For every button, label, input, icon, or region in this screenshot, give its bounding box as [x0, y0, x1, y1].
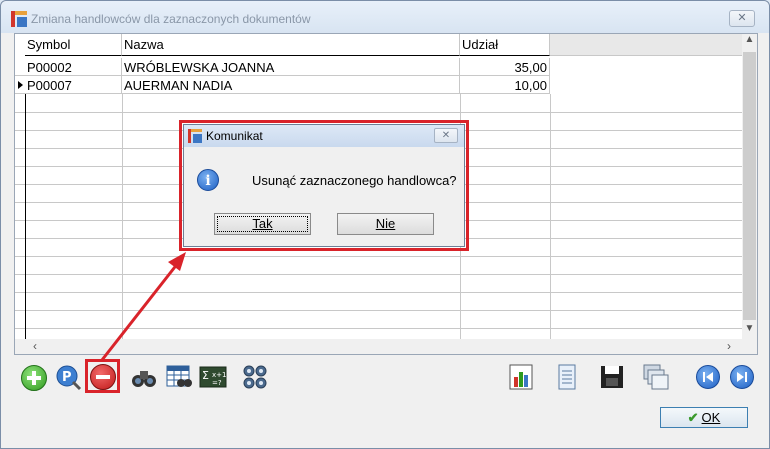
column-header-nazwa[interactable]: Nazwa: [122, 34, 460, 56]
cell-udzial: 10,00: [460, 76, 550, 94]
prev-record-icon[interactable]: [696, 365, 720, 389]
dialog-titlebar: Komunikat ✕: [184, 125, 464, 147]
svg-text:=?: =?: [212, 379, 222, 387]
column-header-symbol[interactable]: Symbol: [25, 34, 122, 56]
add-icon[interactable]: [21, 365, 47, 391]
table-row[interactable]: P00007 AUERMAN NADIA 10,00: [15, 76, 743, 94]
settings-gears-icon[interactable]: [241, 363, 269, 391]
chart-report-icon[interactable]: [508, 363, 536, 391]
edit-handlowiec-icon[interactable]: P: [54, 363, 82, 391]
svg-text:P: P: [62, 370, 72, 385]
svg-text:Σ: Σ: [202, 369, 209, 382]
cell-symbol: P00007: [25, 76, 122, 94]
row-pointer-icon: [18, 81, 23, 89]
windows-cascade-icon[interactable]: [642, 363, 670, 391]
calculator-sum-icon[interactable]: Σx+1 =?: [199, 363, 227, 391]
cell-nazwa: AUERMAN NADIA: [122, 76, 460, 94]
dialog-message: Usunąć zaznaczonego handlowca?: [252, 173, 457, 188]
column-header-udzial[interactable]: Udział: [460, 34, 550, 56]
ok-button[interactable]: ✔ OK: [660, 407, 748, 428]
table-row[interactable]: P00002 WRÓBLEWSKA JOANNA 35,00: [15, 58, 743, 76]
vertical-scrollbar[interactable]: ▲ ▼: [742, 34, 757, 339]
cell-nazwa: WRÓBLEWSKA JOANNA: [122, 58, 460, 76]
scroll-up-icon[interactable]: ▲: [742, 34, 757, 50]
delete-highlight-box: [85, 359, 120, 393]
grid-header: Symbol Nazwa Udział: [15, 34, 743, 56]
window-titlebar: Zmiana handlowców dla zaznaczonych dokum…: [1, 1, 769, 33]
no-button[interactable]: Nie: [337, 213, 434, 235]
scroll-right-icon[interactable]: ›: [721, 339, 737, 354]
window-title: Zmiana handlowców dla zaznaczonych dokum…: [31, 12, 311, 26]
info-icon: i: [197, 169, 219, 191]
table-search-icon[interactable]: [165, 363, 193, 391]
search-binoculars-icon[interactable]: [130, 363, 158, 391]
dialog-close-button[interactable]: ✕: [434, 128, 458, 143]
horizontal-scrollbar[interactable]: ‹ ›: [15, 339, 757, 354]
document-list-icon[interactable]: [553, 363, 581, 391]
scroll-thumb[interactable]: [743, 52, 756, 320]
cell-symbol: P00002: [25, 58, 122, 76]
yes-button[interactable]: Tak: [214, 213, 311, 235]
app-logo-icon: [11, 11, 27, 27]
next-record-icon[interactable]: [730, 365, 754, 389]
save-icon[interactable]: [598, 363, 626, 391]
svg-text:x+1: x+1: [212, 371, 226, 379]
confirm-dialog: Komunikat ✕ i Usunąć zaznaczonego handlo…: [183, 124, 465, 247]
window-close-button[interactable]: ✕: [729, 10, 755, 27]
scroll-left-icon[interactable]: ‹: [27, 339, 43, 354]
dialog-title: Komunikat: [206, 129, 263, 143]
checkmark-icon: ✔: [687, 410, 699, 425]
scroll-down-icon[interactable]: ▼: [742, 323, 757, 339]
app-logo-icon: [188, 129, 202, 143]
cell-udzial: 35,00: [460, 58, 550, 76]
